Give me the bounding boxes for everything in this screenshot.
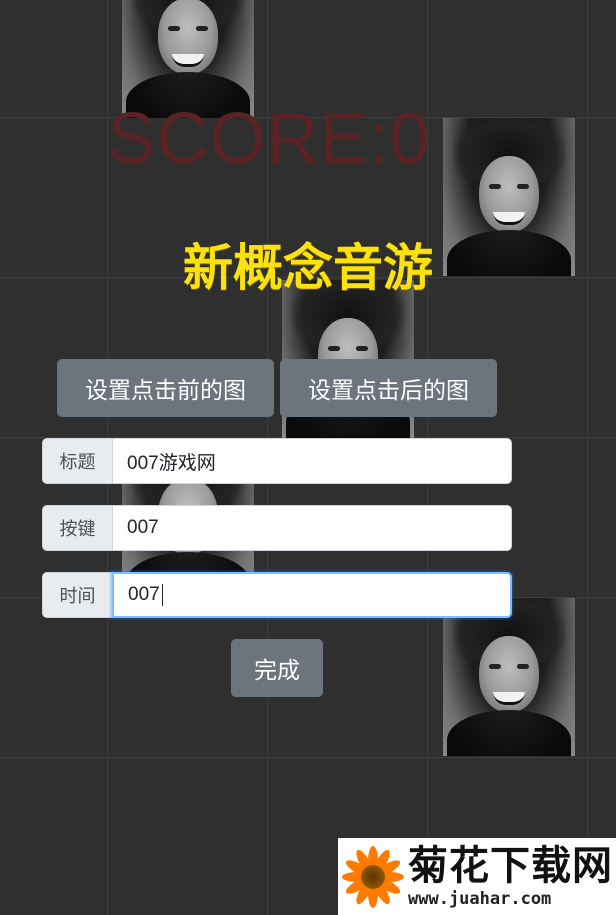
set-after-image-button[interactable]: 设置点击后的图	[280, 359, 497, 417]
meme-face-tile[interactable]	[443, 598, 575, 756]
title-input[interactable]: 007游戏网	[112, 438, 512, 484]
time-input-value: 007	[128, 584, 160, 605]
time-input[interactable]: 007	[112, 572, 512, 618]
title-input-group: 标题 007游戏网	[42, 438, 512, 484]
game-title: 新概念音游	[183, 239, 433, 297]
watermark-url: www.juahar.com	[408, 888, 552, 909]
key-input[interactable]: 007	[112, 505, 512, 551]
set-before-image-button[interactable]: 设置点击前的图	[57, 359, 274, 417]
chrysanthemum-logo-icon	[340, 844, 406, 910]
grid-line	[587, 0, 588, 915]
text-caret	[161, 584, 163, 606]
time-label: 时间	[42, 572, 112, 618]
score-display: SCORE:0	[107, 99, 431, 179]
time-input-group: 时间 007	[42, 572, 512, 618]
grid-line	[0, 757, 616, 758]
key-label: 按键	[42, 505, 112, 551]
watermark-name: 菊花下载网	[408, 842, 613, 889]
watermark: 菊花下载网 www.juahar.com	[338, 838, 616, 915]
title-label: 标题	[42, 438, 112, 484]
done-button[interactable]: 完成	[231, 639, 323, 697]
key-input-group: 按键 007	[42, 505, 512, 551]
